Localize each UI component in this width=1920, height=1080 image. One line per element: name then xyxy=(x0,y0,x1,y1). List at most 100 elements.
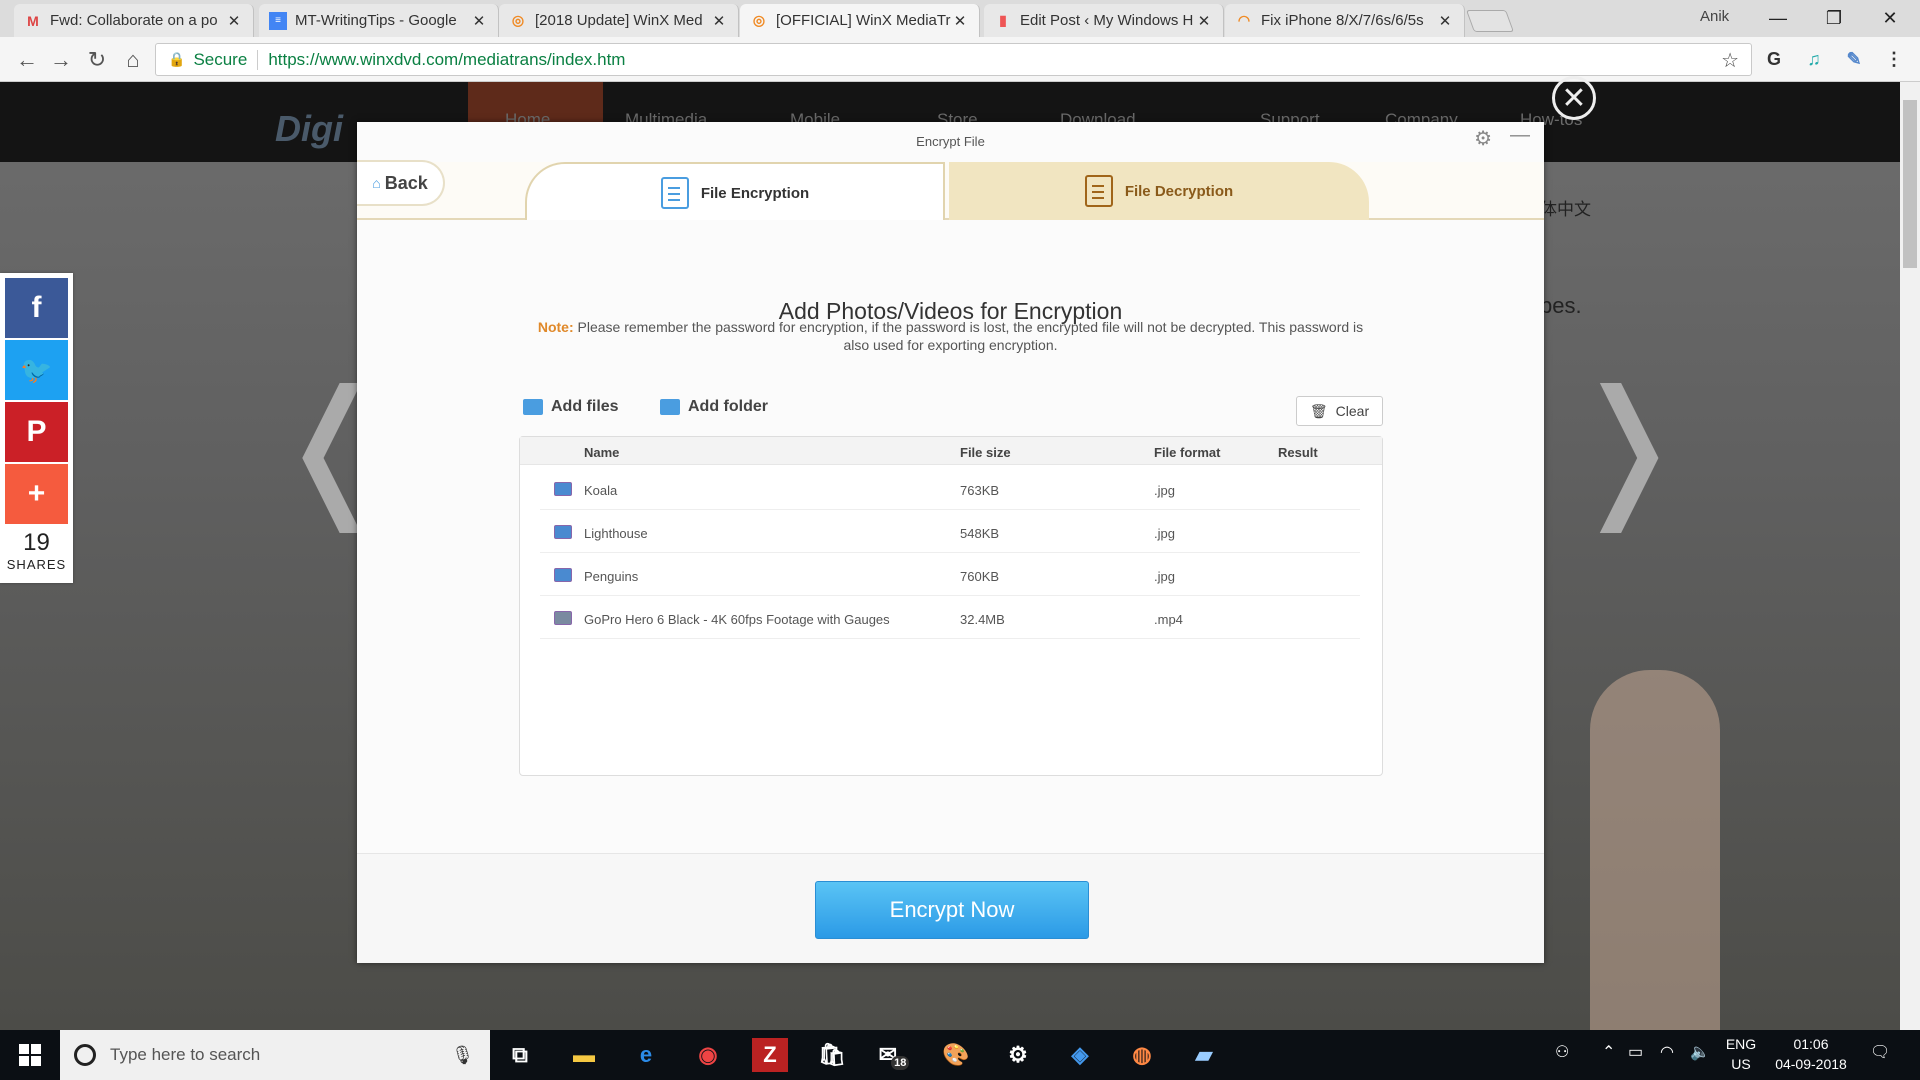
pinterest-share-button[interactable]: P xyxy=(5,402,68,462)
paint-icon[interactable]: 🎨 xyxy=(938,1038,974,1072)
plus-icon: + xyxy=(27,477,46,510)
tab-file-encryption[interactable]: File Encryption xyxy=(525,162,945,222)
add-folder-icon xyxy=(660,399,680,415)
browser-tab[interactable]: ◠ Fix iPhone 8/X/7/6s/6/5s ✕ xyxy=(1225,4,1465,37)
tab-label: File Encryption xyxy=(700,184,810,202)
forward-arrow-icon[interactable]: → xyxy=(46,45,76,75)
document-lock-icon xyxy=(660,177,689,209)
wifi-icon[interactable]: ◠ xyxy=(1660,1042,1674,1062)
image-file-icon xyxy=(554,482,572,496)
site-language-link[interactable]: 体中文 xyxy=(1540,195,1591,220)
image-file-icon xyxy=(554,525,572,539)
taskbar-search-box[interactable]: Type here to search 🎙 xyxy=(60,1030,490,1080)
pinterest-icon: P xyxy=(26,415,47,448)
trash-icon: 🗑 xyxy=(1309,402,1328,419)
close-icon[interactable]: ✕ xyxy=(1436,12,1454,30)
close-icon[interactable]: ✕ xyxy=(225,12,243,30)
file-table: Name File size File format Result Koala … xyxy=(519,436,1383,776)
gmail-icon: M xyxy=(27,12,39,29)
star-icon[interactable]: ☆ xyxy=(1721,48,1739,73)
edge-icon[interactable]: e xyxy=(628,1038,664,1072)
close-icon[interactable]: ✕ xyxy=(951,12,969,30)
browser-tab[interactable]: ≡ MT-WritingTips - Google ✕ xyxy=(259,4,499,37)
browser-tab-active[interactable]: ◎ [OFFICIAL] WinX MediaTr ✕ xyxy=(740,4,980,37)
windows-start-icon[interactable] xyxy=(0,1030,60,1080)
facebook-share-button[interactable]: f xyxy=(5,278,68,338)
close-overlay-icon[interactable]: ✕ xyxy=(1552,76,1596,120)
twitter-share-button[interactable]: 🐦 xyxy=(5,340,68,400)
winx-icon: ◎ xyxy=(752,12,766,28)
cortana-icon xyxy=(74,1044,96,1066)
more-share-button[interactable]: + xyxy=(5,464,68,524)
clock[interactable]: 01:06 04-09-2018 xyxy=(1774,1036,1848,1072)
home-icon[interactable]: ⌂ xyxy=(118,45,148,75)
add-files-button[interactable]: Add files xyxy=(523,398,619,416)
browser-toolbar: ← → ↻ ⌂ 🔒 Secure https://www.winxdvd.com… xyxy=(0,37,1920,82)
file-explorer-icon[interactable]: ▬ xyxy=(566,1038,602,1072)
column-header[interactable]: File size xyxy=(960,445,1011,460)
image-file-icon xyxy=(554,568,572,582)
add-folder-button[interactable]: Add folder xyxy=(660,398,768,416)
volume-icon[interactable]: 🔈 xyxy=(1690,1042,1710,1062)
battery-icon[interactable]: ▭ xyxy=(1628,1042,1643,1062)
filezilla-icon[interactable]: Z xyxy=(752,1038,788,1072)
music-icon[interactable]: ♫ xyxy=(1800,45,1828,73)
site-logo[interactable]: Digi xyxy=(275,108,343,150)
close-icon[interactable]: ✕ xyxy=(1195,12,1213,30)
close-window-button[interactable]: ✕ xyxy=(1864,2,1916,34)
tab-label: File Decryption xyxy=(1124,182,1234,200)
browser-tab[interactable]: ◎ [2018 Update] WinX Med ✕ xyxy=(499,4,739,37)
restore-window-button[interactable]: ❐ xyxy=(1808,2,1860,34)
scrollbar-thumb[interactable] xyxy=(1903,100,1917,268)
gear-icon[interactable]: ⚙ xyxy=(1474,126,1492,151)
table-row[interactable]: GoPro Hero 6 Black - 4K 60fps Footage wi… xyxy=(540,596,1360,639)
encrypt-now-button[interactable]: Encrypt Now xyxy=(815,881,1089,939)
language-indicator[interactable]: ENG US xyxy=(1724,1036,1758,1072)
reload-icon[interactable]: ↻ xyxy=(82,45,112,75)
store-icon[interactable]: 🛍 xyxy=(814,1038,850,1072)
back-button[interactable]: ⌂ Back xyxy=(357,160,445,206)
close-icon[interactable]: ✕ xyxy=(710,12,728,30)
table-row[interactable]: Lighthouse 548KB .jpg xyxy=(540,510,1360,553)
menu-icon[interactable]: ⋮ xyxy=(1880,45,1908,73)
browser-tab[interactable]: ▮ Edit Post ‹ My Windows H ✕ xyxy=(984,4,1224,37)
chrome-icon[interactable]: ◉ xyxy=(690,1038,726,1072)
clear-button[interactable]: 🗑 Clear xyxy=(1296,396,1383,426)
url-text[interactable]: https://www.winxdvd.com/mediatrans/index… xyxy=(268,50,625,70)
grammarly-icon[interactable]: G xyxy=(1760,45,1788,73)
address-bar[interactable]: 🔒 Secure https://www.winxdvd.com/mediatr… xyxy=(155,43,1752,76)
notes-icon[interactable]: ▰ xyxy=(1186,1038,1222,1072)
note-label: Note: xyxy=(537,319,574,335)
settings-icon[interactable]: ⚙ xyxy=(1000,1038,1036,1072)
background-image-hand xyxy=(1590,670,1720,1030)
minimize-window-button[interactable]: — xyxy=(1752,2,1804,34)
new-tab-button[interactable] xyxy=(1465,10,1515,32)
chevron-up-icon[interactable]: ⌃ xyxy=(1602,1042,1615,1062)
browser-user[interactable]: Anik xyxy=(1700,8,1729,25)
slider-next-arrow-icon[interactable]: ❭ xyxy=(1565,370,1691,520)
column-header[interactable]: Name xyxy=(584,445,619,460)
notifications-icon[interactable]: 🗨 xyxy=(1870,1042,1890,1062)
dialog-content: Add Photos/Videos for Encryption Note: P… xyxy=(357,220,1544,853)
table-row[interactable]: Penguins 760KB .jpg xyxy=(540,553,1360,596)
browser-tab[interactable]: M Fwd: Collaborate on a po ✕ xyxy=(14,4,254,37)
task-view-icon[interactable]: ⧉ xyxy=(502,1038,538,1072)
mail-badge: 18 xyxy=(891,1056,910,1070)
people-icon[interactable]: ⚇ xyxy=(1555,1042,1569,1062)
chart-icon: ▮ xyxy=(999,12,1007,28)
microphone-icon[interactable]: 🎙 xyxy=(451,1045,474,1066)
column-header[interactable]: Result xyxy=(1278,445,1318,460)
tab-file-decryption[interactable]: File Decryption xyxy=(949,162,1369,220)
minimize-icon[interactable]: — xyxy=(1510,124,1530,147)
share-sidebar: f 🐦 P + 19 SHARES xyxy=(0,273,73,583)
table-row[interactable]: Koala 763KB .jpg xyxy=(540,467,1360,510)
mail-icon[interactable]: ✉ 18 xyxy=(876,1038,912,1072)
site-text-fragment: pes. xyxy=(1540,293,1582,318)
extension-icon[interactable]: ✎ xyxy=(1840,45,1868,73)
viewer-icon[interactable]: ◍ xyxy=(1124,1038,1160,1072)
close-icon[interactable]: ✕ xyxy=(470,12,488,30)
app-icon[interactable]: ◈ xyxy=(1062,1038,1098,1072)
column-header[interactable]: File format xyxy=(1154,445,1220,460)
winx-icon: ◎ xyxy=(511,12,525,28)
back-arrow-icon[interactable]: ← xyxy=(12,45,42,75)
